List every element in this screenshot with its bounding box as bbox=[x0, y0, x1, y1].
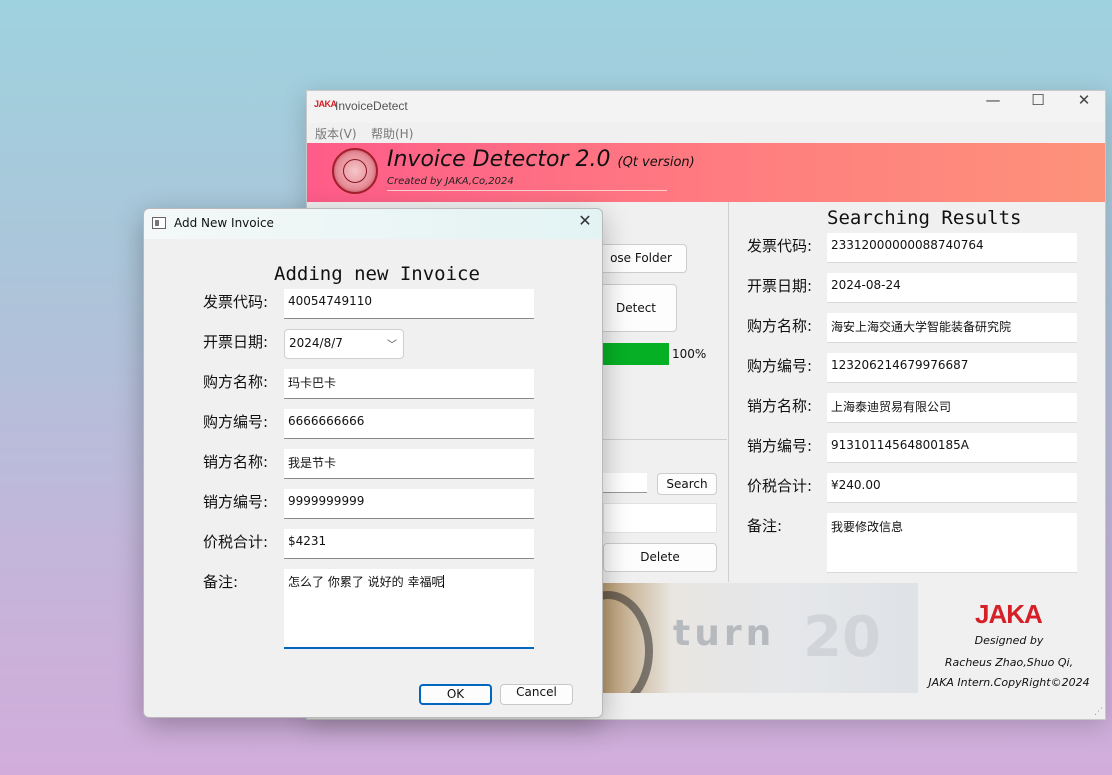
seller-name-input[interactable]: 我是节卡 bbox=[284, 449, 534, 479]
progress-bar bbox=[603, 343, 669, 365]
label-buyer-name: 购方名称: bbox=[203, 373, 269, 391]
remark-textarea[interactable]: 怎么了 你累了 说好的 幸福呢 bbox=[284, 569, 534, 649]
result-label-buyer-name: 购方名称: bbox=[747, 317, 813, 335]
dialog-titlebar[interactable]: Add New Invoice ✕ bbox=[144, 209, 602, 239]
dialog-close-button[interactable]: ✕ bbox=[572, 211, 598, 237]
panel-divider bbox=[599, 439, 727, 440]
minimize-button[interactable]: — bbox=[970, 91, 1016, 121]
result-seller-id[interactable]: 91310114564800185A bbox=[827, 433, 1077, 463]
authors-label: Racheus Zhao,Shuo Qi, bbox=[944, 656, 1074, 669]
result-label-remark: 备注: bbox=[747, 517, 783, 535]
results-divider bbox=[728, 202, 729, 582]
result-label-invoice-code: 发票代码: bbox=[747, 237, 813, 255]
add-invoice-dialog: Add New Invoice ✕ Adding new Invoice 发票代… bbox=[143, 208, 603, 718]
label-invoice-date: 开票日期: bbox=[203, 333, 269, 351]
banner-divider bbox=[387, 190, 667, 191]
progress-fill bbox=[603, 343, 669, 365]
university-emblem-icon bbox=[332, 148, 378, 194]
result-invoice-code[interactable]: 23312000000088740764 bbox=[827, 233, 1077, 263]
remark-text: 怎么了 你累了 说好的 幸福呢 bbox=[288, 575, 444, 589]
result-label-buyer-id: 购方编号: bbox=[747, 357, 813, 375]
chevron-down-icon[interactable]: ﹀ bbox=[387, 336, 397, 351]
menu-bar: 版本(V) 帮助(H) bbox=[307, 123, 1105, 143]
result-seller-name[interactable]: 上海泰迪贸易有限公司 bbox=[827, 393, 1077, 423]
label-remark: 备注: bbox=[203, 573, 239, 591]
result-label-seller-id: 销方编号: bbox=[747, 437, 813, 455]
choose-folder-button[interactable]: ose Folder bbox=[595, 244, 687, 273]
invoice-date-value: 2024/8/7 bbox=[289, 336, 343, 350]
result-label-invoice-date: 开票日期: bbox=[747, 277, 813, 295]
header-banner: Invoice Detector 2.0 (Qt version) Create… bbox=[307, 143, 1105, 202]
window-title: InvoiceDetect bbox=[335, 99, 408, 113]
label-invoice-code: 发票代码: bbox=[203, 293, 269, 311]
result-label-seller-name: 销方名称: bbox=[747, 397, 813, 415]
designed-by-label: Designed by bbox=[974, 634, 1044, 647]
invoice-date-picker[interactable]: 2024/8/7 ﹀ bbox=[284, 329, 404, 359]
jaka-logo: JAKA bbox=[975, 599, 1043, 629]
result-buyer-id[interactable]: 123206214679976687 bbox=[827, 353, 1077, 383]
result-remark[interactable]: 我要修改信息 bbox=[827, 513, 1077, 573]
invoice-code-input[interactable]: 40054749110 bbox=[284, 289, 534, 319]
ok-button[interactable]: OK bbox=[419, 684, 492, 705]
label-seller-id: 销方编号: bbox=[203, 493, 269, 511]
label-total: 价税合计: bbox=[203, 533, 269, 551]
detect-button[interactable]: Detect bbox=[595, 284, 677, 332]
text-cursor bbox=[443, 575, 445, 588]
maximize-button[interactable]: ☐ bbox=[1015, 91, 1061, 121]
window-icon bbox=[152, 217, 166, 229]
seller-id-input[interactable]: 9999999999 bbox=[284, 489, 534, 519]
invoice-list[interactable] bbox=[603, 503, 717, 533]
menu-version[interactable]: 版本(V) bbox=[315, 125, 357, 142]
dialog-heading: Adding new Invoice bbox=[274, 263, 480, 285]
invoice-photo: turn 20 bbox=[603, 583, 918, 693]
result-total[interactable]: ¥240.00 bbox=[827, 473, 1077, 503]
app-title: Invoice Detector 2.0 (Qt version) bbox=[387, 147, 695, 172]
buyer-name-input[interactable]: 玛卡巴卡 bbox=[284, 369, 534, 399]
delete-button[interactable]: Delete bbox=[603, 543, 717, 572]
banner-credit: Created by JAKA,Co,2024 bbox=[387, 176, 514, 187]
buyer-id-input[interactable]: 6666666666 bbox=[284, 409, 534, 439]
result-buyer-name[interactable]: 海安上海交通大学智能装备研究院 bbox=[827, 313, 1077, 343]
results-title: Searching Results bbox=[827, 207, 1022, 229]
result-label-total: 价税合计: bbox=[747, 477, 813, 495]
search-button[interactable]: Search bbox=[657, 473, 717, 495]
app-logo-icon: JAKA bbox=[314, 99, 337, 109]
copyright-label: JAKA Intern.CopyRight©2024 bbox=[928, 676, 1090, 689]
dialog-title: Add New Invoice bbox=[174, 216, 274, 230]
label-seller-name: 销方名称: bbox=[203, 453, 269, 471]
label-buyer-id: 购方编号: bbox=[203, 413, 269, 431]
result-invoice-date[interactable]: 2024-08-24 bbox=[827, 273, 1077, 303]
app-subtitle: (Qt version) bbox=[617, 155, 695, 170]
resize-grip-icon[interactable]: ⋰ bbox=[1094, 707, 1103, 717]
main-titlebar[interactable]: JAKA InvoiceDetect — ☐ ✕ bbox=[307, 91, 1105, 123]
search-input[interactable] bbox=[603, 473, 647, 493]
close-button[interactable]: ✕ bbox=[1061, 91, 1107, 121]
total-input[interactable]: $4231 bbox=[284, 529, 534, 559]
menu-help[interactable]: 帮助(H) bbox=[371, 125, 413, 142]
cancel-button[interactable]: Cancel bbox=[500, 684, 573, 705]
progress-text: 100% bbox=[672, 347, 707, 361]
